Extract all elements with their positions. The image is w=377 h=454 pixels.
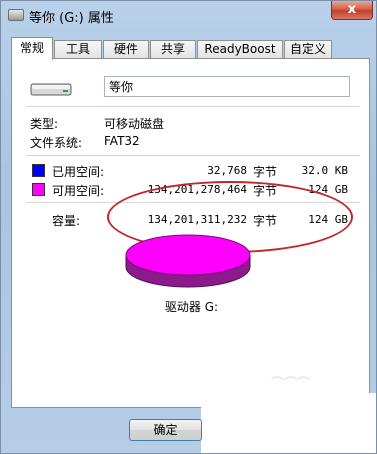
close-button[interactable]: x: [331, 1, 373, 20]
general-tab-page: 类型: 可移动磁盘 文件系统: FAT32 已用空间: 32,768 字节 32…: [11, 58, 370, 408]
tab-sharing[interactable]: 共享: [150, 40, 196, 59]
tab-strip: 常规 工具 硬件 共享 ReadyBoost 自定义: [11, 37, 371, 60]
tab-hardware[interactable]: 硬件: [103, 40, 149, 59]
used-space-bytes: 32,768: [207, 164, 247, 177]
used-space-unit: 字节: [253, 165, 278, 179]
title-bar[interactable]: 等你 (G:) 属性 x: [1, 1, 376, 31]
capacity-label: 容量:: [52, 214, 81, 228]
type-label: 类型:: [30, 117, 59, 131]
watermark-mark: ⌒⌒⌒: [271, 377, 311, 392]
tab-general[interactable]: 常规: [11, 37, 53, 60]
used-space-color-swatch: [32, 164, 45, 177]
type-value: 可移动磁盘: [104, 117, 165, 131]
properties-window: 等你 (G:) 属性 x 常规 工具 硬件 共享 ReadyBoost 自定义 …: [0, 0, 377, 454]
disk-usage-pie: [125, 234, 251, 288]
used-space-label: 已用空间:: [52, 165, 105, 179]
tab-customize[interactable]: 自定义: [284, 40, 332, 59]
drive-letter-label: 驱动器 G:: [164, 300, 219, 314]
filesystem-value: FAT32: [104, 134, 140, 148]
drive-name-input[interactable]: [104, 76, 350, 97]
tab-tools[interactable]: 工具: [54, 40, 102, 59]
tab-readyboost[interactable]: ReadyBoost: [197, 40, 283, 59]
divider: [26, 106, 360, 107]
filesystem-label: 文件系统:: [30, 136, 83, 150]
free-space-label: 可用空间:: [52, 184, 105, 198]
free-space-color-swatch: [32, 183, 45, 196]
cropped-region: [201, 393, 376, 453]
drive-icon: [8, 9, 24, 21]
window-title: 等你 (G:) 属性: [29, 11, 114, 26]
divider: [26, 155, 360, 156]
removable-drive-icon: [30, 83, 72, 96]
ok-button[interactable]: 确定: [129, 419, 202, 441]
used-space-size: 32.0 KB: [301, 164, 348, 177]
